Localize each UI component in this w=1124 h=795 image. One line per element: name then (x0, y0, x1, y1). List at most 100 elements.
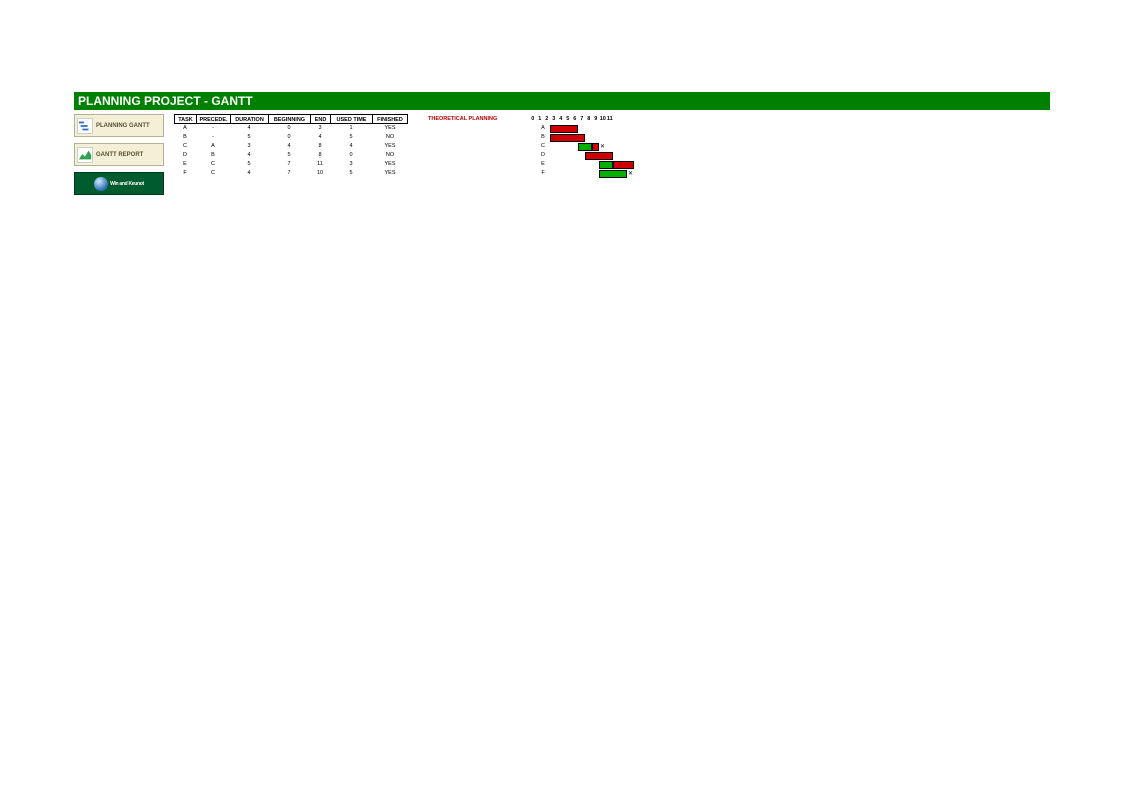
tick-2: 2 (543, 114, 550, 124)
report-icon (77, 147, 93, 163)
cell: YES (372, 160, 408, 169)
cell: 7 (268, 169, 310, 178)
cell: 3 (230, 142, 268, 151)
gantt-row: E (536, 160, 634, 169)
data-row: DB4580NOD (174, 151, 634, 160)
tick-6: 6 (571, 114, 578, 124)
cell: 4 (310, 133, 330, 142)
gantt-bar-area (550, 134, 634, 142)
gantt-bar (613, 161, 634, 169)
gantt-bar (599, 161, 613, 169)
gantt-bar (550, 125, 578, 133)
tick-9: 9 (592, 114, 599, 124)
cell: 5 (330, 169, 372, 178)
cell: 1 (330, 124, 372, 133)
tick-8: 8 (585, 114, 592, 124)
cell: B (174, 133, 196, 142)
cell: 3 (310, 124, 330, 133)
col-task: TASK (174, 114, 196, 124)
col-end: END (310, 114, 330, 124)
gantt-bar-area: ✕ (550, 143, 634, 151)
data-row: B-5045NOB (174, 133, 634, 142)
cell: 7 (268, 160, 310, 169)
gantt-task-label: F (536, 169, 550, 178)
gantt-task-label: B (536, 133, 550, 142)
gantt-row: C✕ (536, 142, 634, 151)
cell: A (196, 142, 230, 151)
globe-icon (94, 177, 108, 191)
col-used-time: USED TIME (330, 114, 372, 124)
cell: D (174, 151, 196, 160)
gantt-bar (592, 143, 599, 151)
gantt-marker-icon: ✕ (627, 170, 634, 178)
cell: - (196, 124, 230, 133)
cell: 5 (268, 151, 310, 160)
gantt-row: D (536, 151, 634, 160)
cell: C (174, 142, 196, 151)
gantt-bar-area (550, 125, 634, 133)
data-row: CA3484YESC✕ (174, 142, 634, 151)
col-beginning: BEGINNING (268, 114, 310, 124)
col-duration: DURATION (230, 114, 268, 124)
task-table-header: TASK PRECEDE. DURATION BEGINNING END USE… (174, 114, 408, 124)
cell: C (196, 169, 230, 178)
cell: 10 (310, 169, 330, 178)
gantt-task-label: A (536, 124, 550, 133)
cell: 0 (268, 124, 310, 133)
cell: NO (372, 151, 408, 160)
cell: YES (372, 169, 408, 178)
gantt-bar (599, 170, 627, 178)
theoretical-planning-label: THEORETICAL PLANNING (428, 114, 497, 124)
data-row: EC57113YESE (174, 160, 634, 169)
gantt-bar (578, 143, 592, 151)
gantt-report-label: GANTT REPORT (96, 152, 143, 158)
cell: 5 (330, 133, 372, 142)
gantt-bar (550, 134, 585, 142)
cell: A (174, 124, 196, 133)
planning-gantt-label: PLANNING GANTT (96, 123, 150, 129)
cell: 11 (310, 160, 330, 169)
table-row: A-4031YES (174, 124, 408, 133)
gantt-report-button[interactable]: GANTT REPORT (74, 143, 164, 166)
gantt-header: 0 1 2 3 4 5 6 7 8 9 10 11 (515, 114, 613, 124)
tick-7: 7 (578, 114, 585, 124)
cell: 0 (330, 151, 372, 160)
table-row: CA3484YES (174, 142, 408, 151)
tick-11: 11 (606, 114, 613, 124)
cell: 4 (330, 142, 372, 151)
brand-badge: Win and Keunot (74, 172, 164, 195)
gantt-bar-area (550, 161, 634, 169)
col-precede: PRECEDE. (196, 114, 230, 124)
page-title: PLANNING PROJECT - GANTT (74, 92, 1050, 110)
table-row: B-5045NO (174, 133, 408, 142)
cell: NO (372, 133, 408, 142)
cell: YES (372, 124, 408, 133)
cell: 4 (268, 142, 310, 151)
col-finished: FINISHED (372, 114, 408, 124)
content-area: TASK PRECEDE. DURATION BEGINNING END USE… (174, 114, 634, 195)
gantt-task-label: E (536, 160, 550, 169)
brand-label: Win and Keunot (110, 181, 144, 187)
gantt-row: A (536, 124, 634, 133)
data-row: F C47105YES F✕ (174, 169, 634, 178)
tick-3: 3 (550, 114, 557, 124)
cell: 4 (230, 169, 268, 178)
planning-gantt-button[interactable]: PLANNING GANTT (74, 114, 164, 137)
cell: 5 (230, 160, 268, 169)
sidebar: PLANNING GANTT GANTT REPORT Win and Keun… (74, 114, 164, 195)
cell: 0 (268, 133, 310, 142)
table-row: EC57113YES (174, 160, 408, 169)
cell: C (196, 160, 230, 169)
gantt-row: F✕ (536, 169, 634, 178)
cell: 5 (230, 133, 268, 142)
gantt-bar-area: ✕ (550, 170, 634, 178)
cell: 8 (310, 142, 330, 151)
cell: E (174, 160, 196, 169)
cell: B (196, 151, 230, 160)
tick-5: 5 (564, 114, 571, 124)
gantt-bar-area (550, 152, 634, 160)
gantt-icon (77, 118, 93, 134)
gantt-marker-icon: ✕ (599, 143, 606, 151)
table-row: DB4580NO (174, 151, 408, 160)
gantt-task-label: D (536, 151, 550, 160)
